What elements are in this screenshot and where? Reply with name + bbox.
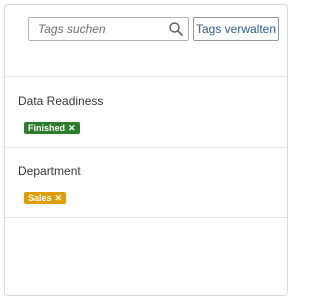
group-title: Data Readiness	[18, 94, 104, 108]
group-title: Department	[18, 164, 81, 178]
search-input[interactable]	[29, 18, 161, 40]
manage-tags-button[interactable]: Tags verwalten	[193, 17, 279, 41]
tag-label: Sales	[28, 193, 52, 203]
tags-panel: Tags verwalten Data Readiness Finished ✕…	[4, 4, 288, 296]
tag-group-data-readiness: Data Readiness Finished ✕	[5, 78, 287, 148]
tag-chip-sales: Sales ✕	[24, 192, 67, 204]
remove-tag-icon[interactable]: ✕	[55, 192, 63, 204]
search-icon[interactable]	[168, 21, 184, 37]
tags-toolbar: Tags verwalten	[5, 5, 287, 77]
tag-chip-finished: Finished ✕	[24, 122, 80, 134]
search-field[interactable]	[28, 17, 189, 41]
tag-group-department: Department Sales ✕	[5, 148, 287, 218]
remove-tag-icon[interactable]: ✕	[68, 122, 76, 134]
tag-label: Finished	[28, 123, 66, 133]
